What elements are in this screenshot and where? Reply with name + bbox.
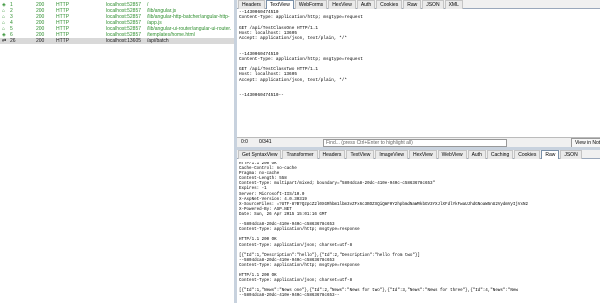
session-row[interactable]: ⇄ 26 200 HTTP localhost:13605/api/batch [0, 38, 234, 44]
request-tab-webforms[interactable]: WebForms [294, 0, 328, 9]
response-tab-webview[interactable]: WebView [437, 150, 467, 159]
request-tabs: Headers TextView WebForms HexView Auth Cookie… [237, 0, 600, 9]
batch-request-icon: ⇄ [2, 38, 7, 44]
request-textview[interactable]: --1430060474510 Content-Type: applicatio… [239, 10, 594, 136]
response-tab-transformer[interactable]: Transformer [282, 150, 318, 159]
request-tab-auth[interactable]: Auth [356, 0, 376, 9]
session-number: 26 [10, 38, 16, 44]
request-tab-textview[interactable]: TextView [265, 0, 294, 9]
sessions-list: ◈ 1 200 HTTP localhost:52857/⌂ 2 200 HTTP localh… [0, 0, 234, 303]
find-input[interactable]: Find... (press Ctrl+Enter to highlight a… [323, 139, 507, 147]
response-tabs: Get SyntaxView Transformer Headers TextView… [237, 150, 600, 159]
request-tab-xml[interactable]: XML [444, 0, 463, 9]
session-url: /api/batch [147, 38, 169, 44]
session-protocol: HTTP [56, 38, 70, 44]
response-tab-json[interactable]: JSON [560, 150, 582, 159]
request-tab-hexview[interactable]: HexView [328, 0, 356, 9]
request-tab-cookies[interactable]: Cookies [376, 0, 403, 9]
response-tab-raw[interactable]: Raw [541, 150, 560, 159]
cursor-position: 0:0 [241, 139, 248, 145]
response-tab-textview[interactable]: TextView [346, 150, 375, 159]
response-tab-get-syntaxview[interactable]: Get SyntaxView [238, 150, 282, 159]
session-host: localhost:13605 [106, 38, 142, 44]
response-raw-view[interactable]: HTTP/1.1 200 OK Cache-Control: no-cache … [239, 162, 597, 303]
request-tab-headers[interactable]: Headers [238, 0, 265, 9]
response-tab-cookies[interactable]: Cookies [514, 150, 541, 159]
request-tab-raw[interactable]: Raw [403, 0, 422, 9]
request-tab-json[interactable]: JSON [422, 0, 444, 9]
response-tab-caching[interactable]: Caching [486, 150, 514, 159]
response-tab-hexview[interactable]: HexView [409, 150, 437, 159]
response-tab-auth[interactable]: Auth [467, 150, 486, 159]
response-tab-imageview[interactable]: ImageView [375, 150, 409, 159]
char-count: 0/341 [259, 139, 272, 145]
inspector-pane: Headers TextView WebForms HexView Auth Cookie… [237, 0, 600, 303]
response-tab-headers[interactable]: Headers [318, 150, 346, 159]
session-result: 200 [36, 38, 45, 44]
